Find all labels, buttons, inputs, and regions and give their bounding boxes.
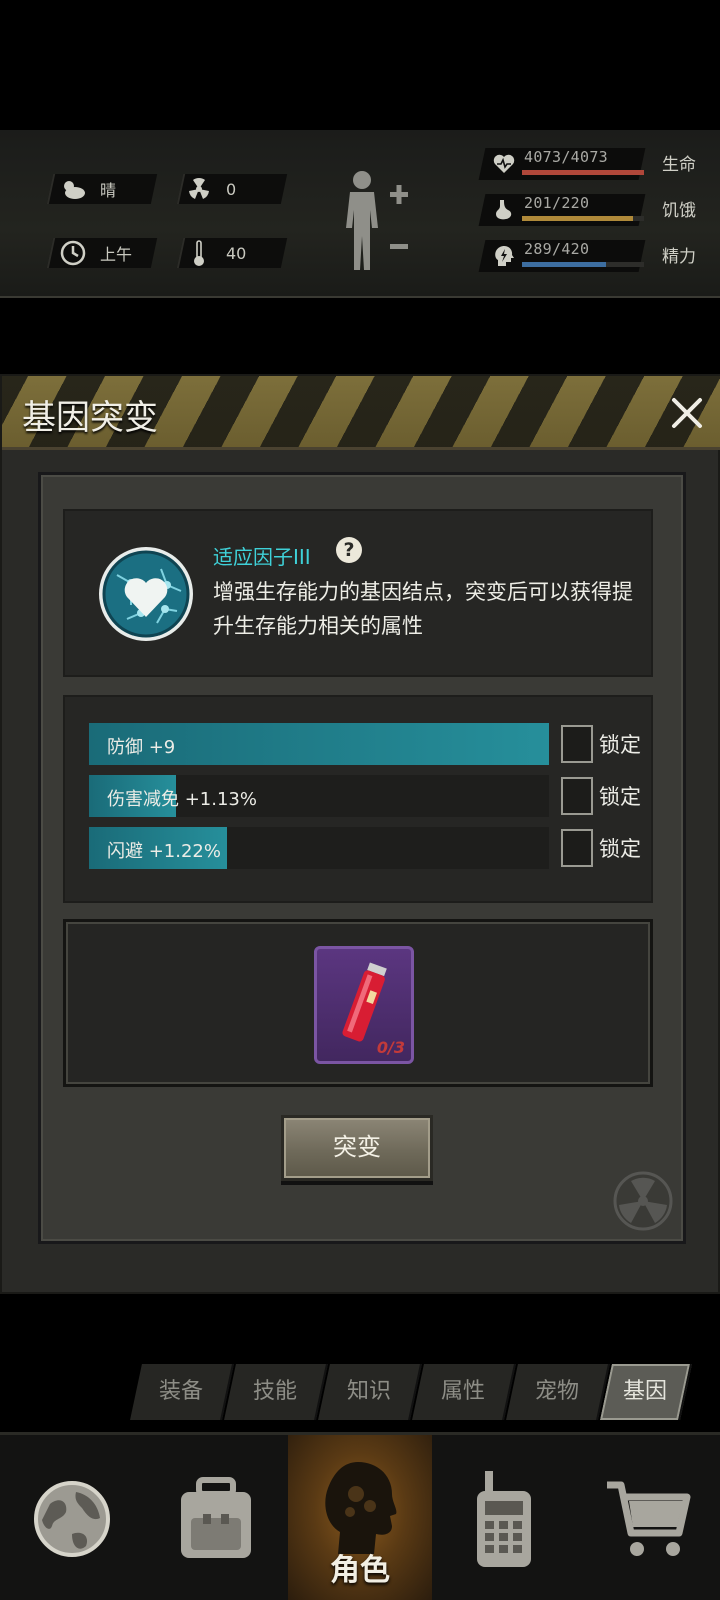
nav-radio[interactable] (432, 1435, 576, 1600)
lock-label: 锁定 (599, 785, 641, 809)
lock-checkbox[interactable] (561, 725, 593, 763)
lock-label: 锁定 (599, 733, 641, 757)
weather-text: 晴 (100, 181, 117, 200)
nav-character[interactable]: 角色 (288, 1435, 432, 1600)
gene-heart-icon (97, 535, 195, 653)
tab-label: 宠物 (534, 1379, 579, 1404)
hunger-value: 201/220 (524, 194, 590, 212)
partly-cloudy-icon (60, 176, 86, 202)
energy-bar (522, 262, 644, 267)
tab-attributes[interactable]: 属性 (412, 1364, 516, 1420)
dialog-body: 适应因子III ? 增强生存能力的基因结点，突变后可以获得提升生存能力相关的属性… (38, 472, 686, 1244)
cart-icon (607, 1481, 691, 1556)
attribute-label: 闪避 +1.22% (107, 841, 221, 862)
thermometer-icon (186, 240, 212, 266)
attribute-label: 伤害减免 +1.13% (107, 789, 257, 810)
body-figure-icon[interactable] (340, 166, 412, 276)
dialog-header: 基因突变 (2, 376, 720, 450)
time-status: 上午 (60, 238, 132, 268)
dialog-title: 基因突变 (22, 398, 158, 438)
hunger-label: 饥饿 (662, 201, 696, 221)
gene-mutation-dialog: 基因突变 适应因子III ? 增强生存能力的基因结点，突变后可以获得提升生存能力… (0, 374, 720, 1294)
attribute-panel: 防御 +9 锁定 伤害减免 +1.13% 锁定 闪避 +1.22% 锁定 (63, 695, 653, 903)
hunger-stat: 201/220 饥饿 (478, 192, 710, 228)
mutation-item-slot[interactable]: 0/3 (314, 946, 414, 1064)
radiation-watermark-icon (613, 1171, 673, 1231)
stomach-icon (492, 198, 516, 222)
status-hud: 晴 0 上午 40 4073/4073 生命 201/220 饥饿 289/42… (0, 130, 720, 298)
character-subtabs: 装备 技能 知识 属性 宠物 基因 (130, 1364, 710, 1420)
gene-description: 增强生存能力的基因结点，突变后可以获得提升生存能力相关的属性 (213, 580, 633, 638)
nav-backpack[interactable] (144, 1435, 288, 1600)
tab-equipment[interactable]: 装备 (130, 1364, 234, 1420)
lock-checkbox[interactable] (561, 777, 593, 815)
close-button[interactable] (664, 390, 710, 436)
attribute-row-damage-reduction: 伤害减免 +1.13% 锁定 (89, 775, 649, 817)
health-bar-fill (522, 170, 644, 175)
nav-world-map[interactable] (0, 1435, 144, 1600)
tab-label: 基因 (622, 1379, 667, 1404)
temperature-status: 40 (186, 238, 246, 268)
energy-stat: 289/420 精力 (478, 238, 710, 274)
tab-label: 技能 (252, 1379, 297, 1404)
clock-icon (60, 240, 86, 266)
radiation-status: 0 (186, 174, 236, 204)
health-stat: 4073/4073 生命 (478, 146, 710, 182)
cost-panel: 0/3 (63, 919, 653, 1087)
tab-label: 知识 (346, 1379, 391, 1404)
backpack-icon (181, 1477, 251, 1558)
tab-label: 属性 (440, 1379, 485, 1404)
health-bar (522, 170, 644, 175)
hunger-bar (522, 216, 644, 221)
energy-value: 289/420 (524, 240, 590, 258)
help-icon[interactable]: ? (336, 537, 362, 563)
weather-status: 晴 (60, 174, 116, 204)
health-label: 生命 (662, 155, 696, 175)
radiation-value: 0 (226, 179, 237, 199)
attribute-label: 防御 +9 (107, 737, 176, 758)
lock-checkbox[interactable] (561, 829, 593, 867)
heartbeat-icon (492, 152, 516, 176)
mutate-button[interactable]: 突变 (281, 1115, 433, 1181)
tab-genes[interactable]: 基因 (600, 1364, 692, 1420)
health-value: 4073/4073 (524, 148, 608, 166)
brain-bolt-icon (492, 244, 516, 268)
tab-pets[interactable]: 宠物 (506, 1364, 610, 1420)
item-count: 0/3 (376, 1038, 405, 1057)
nav-shop[interactable] (576, 1435, 720, 1600)
hunger-bar-fill (522, 216, 634, 221)
close-icon (672, 398, 702, 428)
time-text: 上午 (100, 245, 133, 264)
radio-icon (477, 1471, 531, 1567)
gene-info-card: 适应因子III ? 增强生存能力的基因结点，突变后可以获得提升生存能力相关的属性 (63, 509, 653, 677)
attribute-row-defense: 防御 +9 锁定 (89, 723, 649, 765)
globe-icon (34, 1481, 110, 1557)
nav-character-label: 角色 (330, 1553, 390, 1588)
temperature-value: 40 (226, 243, 247, 263)
bottom-navigation: 角色 (0, 1432, 720, 1600)
tab-skills[interactable]: 技能 (224, 1364, 328, 1420)
attribute-row-dodge: 闪避 +1.22% 锁定 (89, 827, 649, 869)
energy-label: 精力 (662, 247, 696, 267)
radiation-icon (186, 176, 212, 202)
tab-knowledge[interactable]: 知识 (318, 1364, 422, 1420)
energy-bar-fill (522, 262, 607, 267)
lock-label: 锁定 (599, 837, 641, 861)
tab-label: 装备 (158, 1379, 203, 1404)
gene-name: 适应因子III (213, 545, 311, 569)
